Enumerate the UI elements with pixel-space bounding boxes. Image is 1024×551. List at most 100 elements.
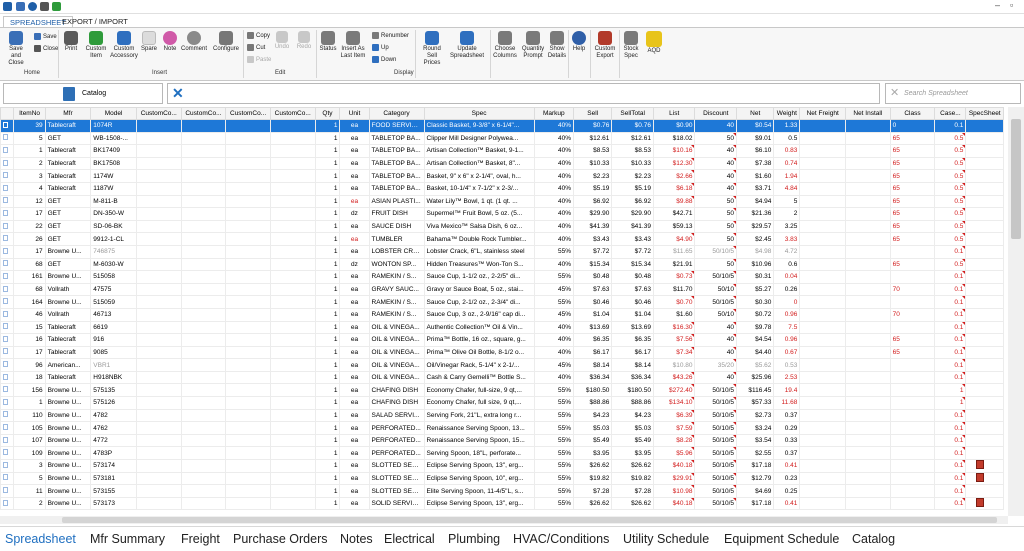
cell-empty[interactable]: [180, 119, 227, 133]
cell-spec[interactable]: Classic Basket, 9-3/8" x 6-1/4"...: [423, 119, 535, 133]
cell-empty[interactable]: [845, 408, 891, 423]
cell-sell[interactable]: $3.95: [573, 446, 613, 461]
cell-spec[interactable]: Elite Serving Spoon, 11-4/5"L, s...: [423, 484, 535, 498]
cell-sell[interactable]: $12.61: [573, 131, 613, 146]
cell-unit[interactable]: ea: [339, 244, 370, 259]
cell-empty[interactable]: [135, 169, 182, 183]
cell-empty[interactable]: [845, 156, 891, 171]
column-header[interactable]: Spec: [423, 107, 535, 120]
bottom-tab-catalog[interactable]: Catalog: [852, 532, 895, 546]
cell-empty[interactable]: [180, 219, 227, 234]
column-header[interactable]: Class: [889, 107, 936, 120]
cell-empty[interactable]: [799, 471, 847, 486]
cell-net[interactable]: $116.45: [736, 383, 775, 398]
cell-spec[interactable]: Eclipse Serving Spoon, 13", erg...: [423, 459, 535, 473]
cell-markup[interactable]: 40%: [533, 232, 575, 246]
cell-empty[interactable]: [180, 270, 227, 284]
cell-cls[interactable]: 65: [889, 169, 936, 183]
cell-item[interactable]: 161: [13, 270, 46, 284]
cell-item[interactable]: 15: [13, 320, 46, 335]
cell-empty[interactable]: [135, 446, 182, 461]
cell-discount[interactable]: 50: [694, 207, 738, 221]
cell-selltotal[interactable]: $7.72: [611, 244, 654, 259]
cell-weight[interactable]: 0.96: [773, 333, 801, 347]
horizontal-scrollbar[interactable]: [0, 516, 1008, 524]
cell-empty[interactable]: [180, 370, 227, 385]
cell-empty[interactable]: [845, 471, 891, 486]
cell-selltotal[interactable]: $6.17: [611, 345, 654, 360]
cell-selltotal[interactable]: $0.46: [611, 295, 654, 309]
cell-empty[interactable]: [269, 270, 316, 284]
cell-cat[interactable]: WONTON SP...: [368, 257, 425, 272]
cell-item[interactable]: 3: [13, 169, 46, 183]
cell-cls[interactable]: 65: [889, 232, 936, 246]
cell-empty[interactable]: [135, 119, 182, 133]
bottom-tab-electrical[interactable]: Electrical: [384, 532, 435, 546]
vertical-scrollbar[interactable]: [1008, 107, 1024, 516]
cell-empty[interactable]: [965, 232, 1004, 246]
cell-empty[interactable]: [269, 459, 316, 473]
table-row[interactable]: 68 GET M-6030-W 1 dz WONTON SP... Hidden Treas…: [0, 257, 1004, 272]
insert-as-last-item-button[interactable]: Insert As Last Item: [339, 31, 367, 60]
cell-mfr[interactable]: Vollrath: [44, 307, 92, 322]
cell-item[interactable]: 12: [13, 194, 46, 209]
cell-discount[interactable]: 50/10/5: [694, 408, 738, 423]
cell-cat[interactable]: ASIAN PLASTI...: [368, 194, 425, 209]
cell-empty[interactable]: [225, 156, 271, 171]
cell-qty[interactable]: 1: [314, 257, 341, 272]
cell-item[interactable]: 46: [13, 307, 46, 322]
cell-unit[interactable]: ea: [339, 295, 370, 309]
cut-button[interactable]: Cut: [247, 44, 265, 51]
row-selector[interactable]: [0, 181, 15, 196]
cell-weight[interactable]: 1.33: [773, 119, 801, 133]
cell-markup[interactable]: 55%: [533, 459, 575, 473]
cell-cls[interactable]: [889, 408, 936, 423]
cell-empty[interactable]: [269, 119, 316, 133]
cell-item[interactable]: 26: [13, 232, 46, 246]
cell-cls[interactable]: 65: [889, 207, 936, 221]
cell-weight[interactable]: 4.72: [773, 244, 801, 259]
row-selector[interactable]: [0, 144, 15, 158]
cell-empty[interactable]: [135, 181, 182, 196]
cell-markup[interactable]: 40%: [533, 181, 575, 196]
cell-discount[interactable]: 50/10: [694, 282, 738, 297]
cell-mfr[interactable]: Browne U...: [44, 433, 92, 448]
cell-weight[interactable]: 0.33: [773, 433, 801, 448]
cell-case[interactable]: 0.5: [934, 232, 967, 246]
cell-qty[interactable]: 1: [314, 295, 341, 309]
cell-cat[interactable]: PERFORATED...: [368, 421, 425, 435]
status-button[interactable]: Status: [318, 31, 338, 53]
cell-discount[interactable]: 50: [694, 131, 738, 146]
configure-button[interactable]: Configure: [212, 31, 240, 53]
cell-list[interactable]: $10.80: [652, 358, 696, 372]
cell-list[interactable]: $42.71: [652, 207, 696, 221]
cell-list[interactable]: $29.91: [652, 471, 696, 486]
cell-model[interactable]: 573181: [90, 471, 137, 486]
pdf-icon[interactable]: [976, 460, 985, 470]
cell-markup[interactable]: 45%: [533, 358, 575, 372]
cell-list[interactable]: $4.90: [652, 232, 696, 246]
row-selector[interactable]: [0, 282, 15, 297]
cell-sell[interactable]: $10.33: [573, 156, 613, 171]
cell-discount[interactable]: 50/10/5: [694, 496, 738, 511]
cell-empty[interactable]: [965, 144, 1004, 158]
cell-weight[interactable]: 19.4: [773, 383, 801, 398]
cell-empty[interactable]: [269, 131, 316, 146]
cell-discount[interactable]: 50/10/5: [694, 421, 738, 435]
cell-empty[interactable]: [269, 207, 316, 221]
cell-qty[interactable]: 1: [314, 358, 341, 372]
cell-case[interactable]: 0.1: [934, 370, 967, 385]
cell-unit[interactable]: ea: [339, 119, 370, 133]
cell-markup[interactable]: 40%: [533, 207, 575, 221]
cell-item[interactable]: 1: [13, 144, 46, 158]
cell-cat[interactable]: OIL & VINEGA...: [368, 370, 425, 385]
cell-empty[interactable]: [225, 408, 271, 423]
cell-empty[interactable]: [225, 207, 271, 221]
bottom-tab-hvac-conditions[interactable]: HVAC/Conditions: [513, 532, 609, 546]
cell-spec[interactable]: Prima™ Olive Oil Bottle, 8-1/2 o...: [423, 345, 535, 360]
cell-discount[interactable]: 40: [694, 345, 738, 360]
cell-cls[interactable]: [889, 383, 936, 398]
cell-cat[interactable]: SLOTTED SER...: [368, 459, 425, 473]
cell-item[interactable]: 164: [13, 295, 46, 309]
cell-empty[interactable]: [799, 496, 847, 511]
